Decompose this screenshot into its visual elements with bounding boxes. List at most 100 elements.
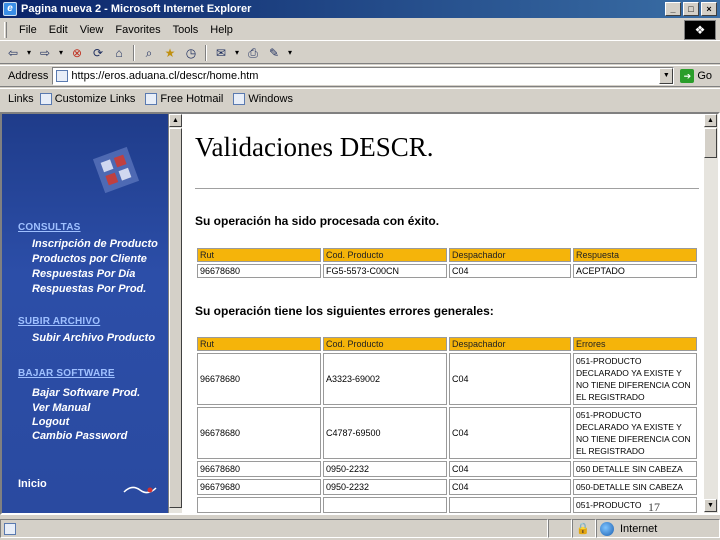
close-button[interactable]: ×: [701, 2, 717, 16]
menu-view[interactable]: View: [74, 24, 110, 36]
main-frame: Validaciones DESCR. Su operación ha sido…: [183, 114, 702, 513]
error-text: 051-PRODUCTO DECLARADO YA EXISTE Y NO TI…: [576, 356, 691, 402]
menu-file[interactable]: File: [13, 24, 43, 36]
link-free-hotmail[interactable]: Free Hotmail: [145, 92, 224, 105]
cell-rut: 96678680: [197, 407, 321, 459]
go-label: Go: [697, 70, 713, 82]
table-row: 96678680 C4787-69500 C04 051-PRODUCTO DE…: [197, 407, 697, 459]
cell-despachador: C04: [449, 461, 571, 477]
scroll-up-icon[interactable]: ▲: [169, 114, 182, 127]
col-cod-producto: Cod. Producto: [323, 248, 447, 262]
menu-favorites[interactable]: Favorites: [109, 24, 166, 36]
back-dropdown-icon[interactable]: ▾: [25, 44, 33, 62]
nav-productos-por-cliente[interactable]: Productos por Cliente: [32, 253, 147, 265]
address-input[interactable]: https://eros.aduana.cl/descr/home.htm ▼: [52, 67, 675, 85]
favorites-icon[interactable]: ★: [161, 44, 179, 62]
menu-edit[interactable]: Edit: [43, 24, 74, 36]
link-page-icon: [233, 92, 246, 105]
status-zone-panel: Internet: [596, 519, 720, 538]
scroll-thumb[interactable]: [169, 128, 182, 508]
cell-errores: 050-DETALLE SIN CABEZA: [573, 479, 697, 495]
errors-message: Su operación tiene los siguientes errore…: [195, 304, 494, 318]
cell-despachador: C04: [449, 407, 571, 459]
page-content: CONSULTAS Inscripción de Producto Produc…: [0, 112, 720, 515]
cell-rut: 96678680: [197, 461, 321, 477]
nav-section-consultas: CONSULTAS: [18, 222, 81, 233]
address-bar: Address https://eros.aduana.cl/descr/hom…: [0, 65, 720, 87]
nav-inscripcion-producto[interactable]: Inscripción de Producto: [32, 238, 158, 250]
success-table: Rut Cod. Producto Despachador Respuesta …: [195, 246, 699, 280]
nav-bajar-software-prod[interactable]: Bajar Software Prod.: [32, 387, 140, 399]
address-dropdown-icon[interactable]: ▼: [659, 68, 674, 84]
slide-page-number: 17: [648, 500, 660, 514]
col-cod-producto: Cod. Producto: [323, 337, 447, 351]
table-row: 96679680 0950-2232 C04 050-DETALLE SIN C…: [197, 479, 697, 495]
history-icon[interactable]: ◷: [182, 44, 200, 62]
link-label: Free Hotmail: [160, 92, 224, 105]
forward-dropdown-icon[interactable]: ▾: [57, 44, 65, 62]
maximize-button[interactable]: □: [683, 2, 699, 16]
links-label: Links: [8, 92, 34, 105]
nav-inicio[interactable]: Inicio: [18, 478, 47, 490]
home-icon[interactable]: ⌂: [110, 44, 128, 62]
link-label: Windows: [248, 92, 293, 105]
mail-icon[interactable]: ✉: [212, 44, 230, 62]
table-header-row: Rut Cod. Producto Despachador Errores: [197, 337, 697, 351]
main-scrollbar[interactable]: ▲ ▼: [704, 114, 718, 513]
menu-grip[interactable]: [4, 21, 7, 38]
cell-cod-producto: C4787-69500: [323, 407, 447, 459]
cell-errores: 051-PRODUCTO: [573, 497, 697, 513]
col-rut: Rut: [197, 337, 321, 351]
refresh-icon[interactable]: ⟳: [89, 44, 107, 62]
nav-cambio-password[interactable]: Cambio Password: [32, 430, 127, 442]
nav-ver-manual[interactable]: Ver Manual: [32, 402, 90, 414]
cell-cod-producto: [323, 497, 447, 513]
menu-bar: File Edit View Favorites Tools Help ❖: [0, 19, 720, 41]
cell-cod-producto: A3323-69002: [323, 353, 447, 405]
go-arrow-icon: ➔: [680, 69, 695, 83]
print-icon[interactable]: ⎙: [244, 44, 262, 62]
nav-logout[interactable]: Logout: [32, 416, 69, 428]
edit-dropdown-icon[interactable]: ▾: [286, 44, 294, 62]
scroll-thumb[interactable]: [704, 128, 717, 158]
forward-icon[interactable]: ⇨: [36, 44, 54, 62]
cell-errores: 051-PRODUCTO DECLARADO YA EXISTE Y NO TI…: [573, 407, 697, 459]
table-row: 96678680 FG5-5573-C00CN C04 ACEPTADO: [197, 264, 697, 278]
back-icon[interactable]: ⇦: [4, 44, 22, 62]
mail-dropdown-icon[interactable]: ▾: [233, 44, 241, 62]
cell-rut: 96679680: [197, 479, 321, 495]
window-title: Pagina nueva 2 - Microsoft Internet Expl…: [21, 3, 252, 15]
nav-respuestas-por-dia[interactable]: Respuestas Por Día: [32, 268, 135, 280]
col-despachador: Despachador: [449, 248, 571, 262]
cell-rut: 96678680: [197, 353, 321, 405]
menu-tools[interactable]: Tools: [167, 24, 205, 36]
minimize-button[interactable]: _: [665, 2, 681, 16]
address-label: Address: [8, 70, 49, 82]
error-text: 051-PRODUCTO: [576, 500, 642, 510]
nav-scrollbar[interactable]: ▲: [168, 114, 182, 513]
search-icon[interactable]: ⌕: [140, 44, 158, 62]
page-title: Validaciones DESCR.: [195, 132, 434, 162]
status-security-panel: 🔒: [572, 519, 596, 538]
nav-subir-archivo-producto[interactable]: Subir Archivo Producto: [32, 332, 155, 344]
cell-cod-producto: FG5-5573-C00CN: [323, 264, 447, 278]
window-controls: _ □ ×: [665, 2, 717, 16]
link-windows[interactable]: Windows: [233, 92, 293, 105]
status-zone: Internet: [620, 522, 658, 535]
cell-despachador: C04: [449, 264, 571, 278]
scroll-down-icon[interactable]: ▼: [704, 499, 717, 512]
status-page-icon: [4, 522, 16, 535]
edit-icon[interactable]: ✎: [265, 44, 283, 62]
status-blank-panel: [548, 519, 572, 538]
go-button[interactable]: ➔ Go: [680, 69, 712, 83]
link-customize-links[interactable]: Customize Links: [39, 92, 135, 105]
menu-help[interactable]: Help: [204, 24, 239, 36]
address-url[interactable]: https://eros.aduana.cl/descr/home.htm: [71, 70, 258, 82]
toolbar-separator: [205, 44, 207, 61]
nav-respuestas-por-prod[interactable]: Respuestas Por Prod.: [32, 283, 146, 295]
success-message: Su operación ha sido procesada con éxito…: [195, 214, 440, 228]
stop-icon[interactable]: ⊗: [68, 44, 86, 62]
col-errores: Errores: [573, 337, 697, 351]
errors-table: Rut Cod. Producto Despachador Errores 96…: [195, 335, 699, 513]
scroll-up-icon[interactable]: ▲: [704, 114, 717, 127]
